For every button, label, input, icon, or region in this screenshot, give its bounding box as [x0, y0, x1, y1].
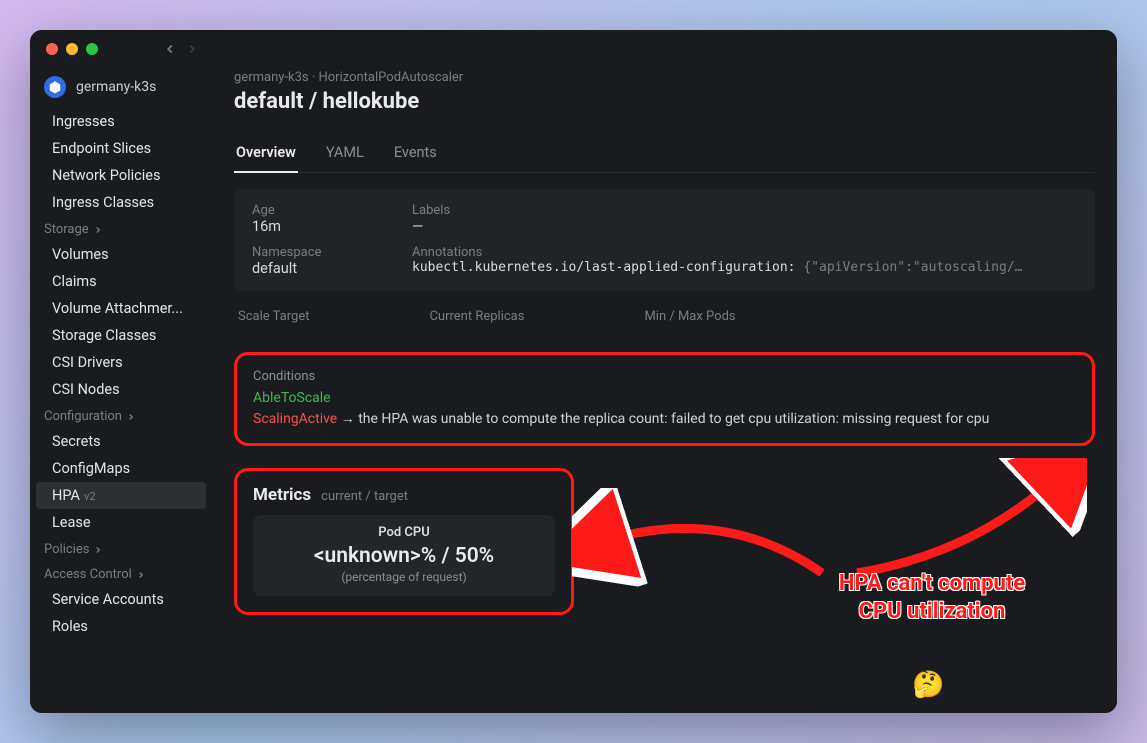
sidebar-item-endpoint-slices[interactable]: Endpoint Slices: [30, 135, 212, 162]
minmax-pods-label: Min / Max Pods: [644, 309, 735, 324]
namespace-label: Namespace: [252, 245, 412, 260]
tab-yaml[interactable]: YAML: [324, 136, 366, 173]
cluster-selector[interactable]: germany-k3s: [30, 68, 212, 108]
chevron-right-icon: [93, 545, 103, 555]
sidebar-item-configmaps[interactable]: ConfigMaps: [30, 455, 212, 482]
page-title: default / hellokube: [234, 89, 1095, 114]
condition-scaling-active: ScalingActive → the HPA was unable to co…: [253, 410, 1076, 427]
tab-events[interactable]: Events: [392, 136, 439, 173]
minimize-icon[interactable]: [66, 43, 78, 55]
namespace-value: default: [252, 260, 412, 277]
conditions-title: Conditions: [253, 369, 1076, 384]
sidebar-item-secrets[interactable]: Secrets: [30, 428, 212, 455]
maximize-icon[interactable]: [86, 43, 98, 55]
sidebar: germany-k3s Ingresses Endpoint Slices Ne…: [30, 68, 212, 713]
metrics-title: Metrics: [253, 485, 311, 505]
current-replicas-label: Current Replicas: [429, 309, 524, 324]
metrics-subtitle: current / target: [321, 489, 408, 504]
kubernetes-icon: [44, 76, 66, 98]
breadcrumb: germany-k3s · HorizontalPodAutoscaler: [234, 68, 1095, 85]
sidebar-item-ingress-classes[interactable]: Ingress Classes: [30, 189, 212, 216]
annotation-arrow-right: [827, 458, 1087, 588]
metric-pod-cpu: Pod CPU <unknown>% / 50% (percentage of …: [253, 515, 555, 596]
conditions-card: Conditions AbleToScale ScalingActive → t…: [234, 352, 1095, 446]
nav-arrows: [160, 39, 202, 59]
sidebar-item-volumes[interactable]: Volumes: [30, 241, 212, 268]
labels-value: —: [412, 218, 1077, 235]
window-controls: [46, 43, 98, 55]
nav-forward-button[interactable]: [182, 39, 202, 59]
sidebar-item-service-accounts[interactable]: Service Accounts: [30, 586, 212, 613]
sidebar-item-csi-drivers[interactable]: CSI Drivers: [30, 349, 212, 376]
app-window: germany-k3s Ingresses Endpoint Slices Ne…: [30, 30, 1117, 713]
annotations-label: Annotations: [412, 245, 1077, 260]
age-value: 16m: [252, 218, 412, 235]
nav-back-button[interactable]: [160, 39, 180, 59]
annotation-text: HPA can't compute CPU utilization: [802, 570, 1062, 625]
tabs: Overview YAML Events: [234, 136, 1095, 173]
sidebar-item-claims[interactable]: Claims: [30, 268, 212, 295]
sidebar-group-storage[interactable]: Storage: [30, 216, 212, 241]
sidebar-item-volume-attachments[interactable]: Volume Attachmer...: [30, 295, 212, 322]
sidebar-item-csi-nodes[interactable]: CSI Nodes: [30, 376, 212, 403]
hpa-version-badge: v2: [84, 490, 96, 503]
chevron-right-icon: [136, 570, 146, 580]
chevron-right-icon: [126, 412, 136, 422]
info-card: Age 16m Labels — Namespace default Annot…: [234, 189, 1095, 291]
sidebar-group-access-control[interactable]: Access Control: [30, 561, 212, 586]
tab-overview[interactable]: Overview: [234, 136, 298, 173]
sidebar-item-storage-classes[interactable]: Storage Classes: [30, 322, 212, 349]
sidebar-item-ingresses[interactable]: Ingresses: [30, 108, 212, 135]
scale-headers: Scale Target Current Replicas Min / Max …: [234, 309, 1095, 324]
thinking-emoji: 🤔: [912, 670, 944, 700]
cluster-name: germany-k3s: [76, 79, 156, 95]
chevron-right-icon: [93, 225, 103, 235]
sidebar-item-roles[interactable]: Roles: [30, 613, 212, 640]
close-icon[interactable]: [46, 43, 58, 55]
sidebar-group-configuration[interactable]: Configuration: [30, 403, 212, 428]
annotations-value: kubectl.kubernetes.io/last-applied-confi…: [412, 260, 1077, 275]
scale-target-label: Scale Target: [238, 309, 309, 324]
sidebar-item-lease[interactable]: Lease: [30, 509, 212, 536]
condition-able-to-scale: AbleToScale: [253, 390, 1076, 406]
sidebar-item-hpa[interactable]: HPAv2: [36, 482, 206, 509]
main-content: germany-k3s · HorizontalPodAutoscaler de…: [212, 68, 1117, 713]
sidebar-item-network-policies[interactable]: Network Policies: [30, 162, 212, 189]
sidebar-group-policies[interactable]: Policies: [30, 536, 212, 561]
metrics-card: Metrics current / target Pod CPU <unknow…: [234, 468, 574, 615]
titlebar: [30, 30, 1117, 68]
labels-label: Labels: [412, 203, 1077, 218]
age-label: Age: [252, 203, 412, 218]
annotation-arrow-left: [572, 488, 832, 598]
arrow-icon: →: [341, 411, 355, 427]
